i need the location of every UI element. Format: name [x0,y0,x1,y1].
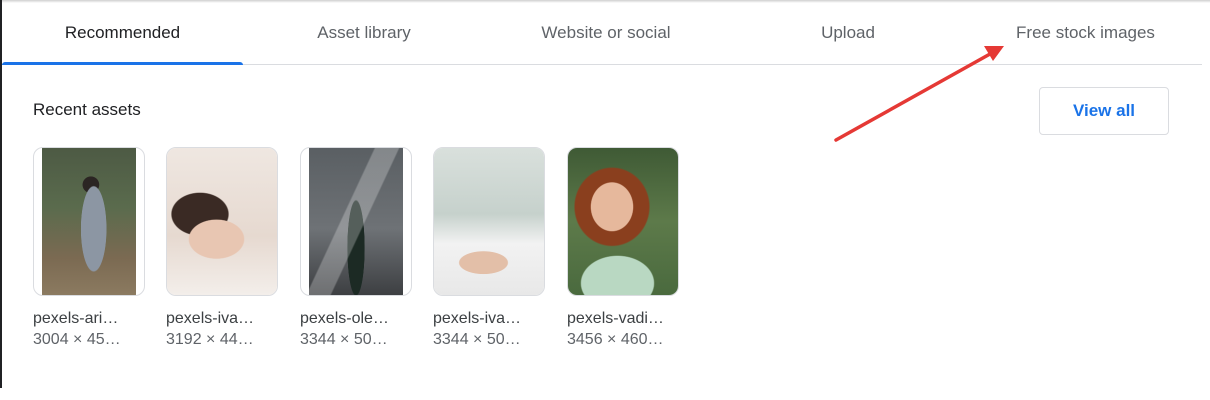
photo-image [309,148,403,295]
asset-card[interactable]: pexels-ari… 3004 × 45… [33,147,146,349]
active-tab-indicator [2,62,243,65]
asset-dimensions: 3344 × 50… [433,331,521,348]
asset-thumbnail[interactable] [433,147,545,296]
asset-thumbnail[interactable] [300,147,412,296]
tab-bar: Recommended Asset library Website or soc… [2,0,1202,65]
asset-name: pexels-ole… [300,310,389,327]
photo-image [167,148,277,295]
asset-name: pexels-iva… [166,310,255,327]
tab-label: Website or social [541,23,671,42]
asset-name: pexels-vadi… [567,310,664,327]
asset-dimensions: 3192 × 44… [166,331,254,348]
photo-image [434,148,544,295]
asset-dimensions: 3344 × 50… [300,331,388,348]
tab-label: Upload [821,23,875,42]
asset-card[interactable]: pexels-iva… 3192 × 44… [166,147,279,349]
asset-card[interactable]: pexels-iva… 3344 × 50… [433,147,546,349]
section-title: Recent assets [33,100,141,119]
asset-thumbnail[interactable] [166,147,278,296]
tab-recommended[interactable]: Recommended [2,0,243,65]
asset-card[interactable]: pexels-ole… 3344 × 50… [300,147,413,349]
tab-website-or-social[interactable]: Website or social [485,0,727,64]
tab-label: Recommended [64,23,181,42]
asset-name: pexels-ari… [33,310,119,327]
tab-asset-library[interactable]: Asset library [243,0,485,64]
annotation-arrow-line [834,52,992,142]
photo-image [42,148,136,295]
tab-upload[interactable]: Upload [727,0,969,64]
asset-name: pexels-iva… [433,310,522,327]
view-all-button[interactable]: View all [1039,87,1169,135]
tab-label: Free stock images [1016,23,1155,42]
photo-image [568,148,678,295]
asset-thumbnail[interactable] [33,147,145,296]
asset-card[interactable]: pexels-vadi… 3456 × 460… [567,147,680,349]
asset-dimensions: 3004 × 45… [33,331,121,348]
tab-label: Asset library [317,23,411,42]
asset-dimensions: 3456 × 460… [567,331,664,348]
asset-thumbnail[interactable] [567,147,679,296]
tab-free-stock-images[interactable]: Free stock images [969,0,1202,64]
